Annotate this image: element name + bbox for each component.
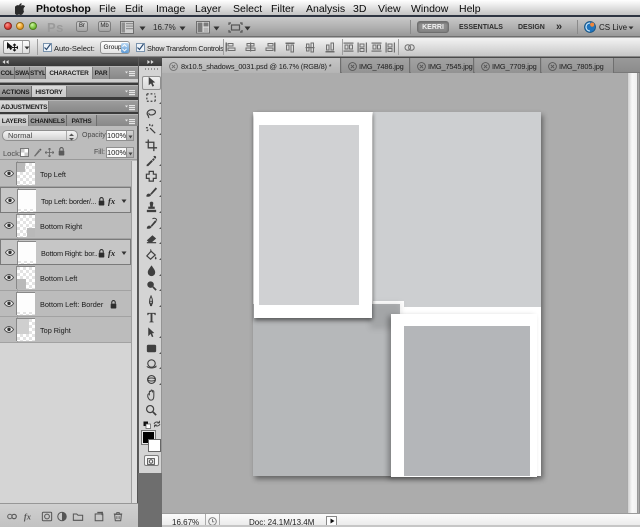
- svg-text:fx: fx: [24, 511, 32, 521]
